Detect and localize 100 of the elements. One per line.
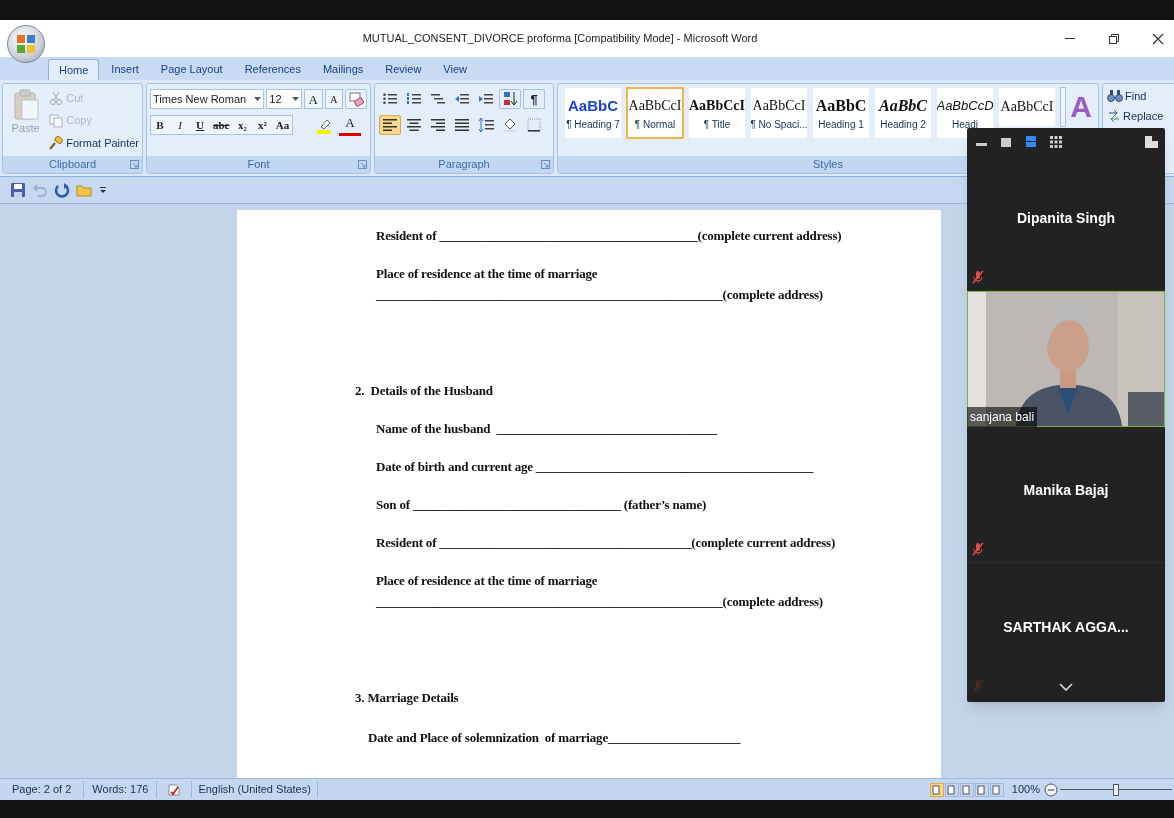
office-logo-icon bbox=[16, 34, 36, 54]
decrease-indent-icon bbox=[454, 91, 470, 107]
document-line: Place of residence at the time of marriage bbox=[376, 266, 598, 282]
document-line: 3. Marriage Details bbox=[355, 690, 459, 706]
group-label: Font bbox=[247, 157, 270, 173]
participant-name: Dipanita Singh bbox=[1017, 209, 1115, 228]
style-gallery-item[interactable]: AaBbCcI bbox=[998, 87, 1056, 127]
shrink-font-button[interactable]: A bbox=[324, 89, 344, 109]
undo-icon bbox=[32, 182, 48, 198]
participant-name: SARTHAK AGGA... bbox=[1003, 617, 1129, 637]
paint-bucket-icon bbox=[502, 117, 518, 133]
participant-name: sanjana bali bbox=[967, 407, 1038, 427]
ribbon-tab[interactable]: References bbox=[234, 59, 311, 80]
stacked-tiles-icon bbox=[1025, 135, 1037, 148]
grid-icon bbox=[1050, 135, 1062, 148]
style-gallery-item[interactable]: AaBbCcI ¶ No Spaci... bbox=[750, 87, 808, 139]
align-button[interactable] bbox=[379, 115, 401, 135]
proofing-icon[interactable] bbox=[166, 782, 183, 797]
window-corner-icon bbox=[1144, 135, 1158, 148]
web-layout-button[interactable] bbox=[959, 782, 974, 797]
font-size-field[interactable]: 12 bbox=[266, 89, 302, 109]
page-view-icon bbox=[945, 784, 956, 795]
square-icon bbox=[1000, 135, 1012, 148]
full-screen-reading-button[interactable] bbox=[944, 782, 959, 797]
exit-view-button[interactable] bbox=[1144, 134, 1158, 149]
print-layout-view-button[interactable] bbox=[929, 782, 944, 797]
ribbon-tab[interactable]: Page Layout bbox=[150, 59, 233, 80]
draft-button[interactable] bbox=[989, 782, 1004, 797]
clear-formatting-button[interactable] bbox=[345, 89, 367, 109]
change-styles-button[interactable]: A bbox=[1070, 87, 1092, 127]
ribbon-tab[interactable]: Review bbox=[375, 59, 432, 80]
multilevel-list-icon bbox=[430, 91, 446, 107]
slider-thumb[interactable] bbox=[1113, 783, 1119, 796]
sort-button[interactable] bbox=[499, 89, 521, 109]
highlighter-icon bbox=[316, 118, 332, 134]
page-count[interactable]: Page: 2 of 2 bbox=[0, 781, 85, 798]
binoculars-icon bbox=[1107, 89, 1123, 104]
style-gallery-item[interactable]: AaBbCcI ¶ Normal bbox=[626, 87, 684, 139]
font-family-field[interactable]: Times New Roman bbox=[150, 89, 265, 109]
folder-icon bbox=[76, 182, 92, 198]
style-gallery-item[interactable]: AaBbC Heading 1 bbox=[812, 87, 870, 139]
outline-button[interactable] bbox=[974, 782, 989, 797]
numbered-list-icon bbox=[406, 91, 422, 107]
dropdown-caret-icon bbox=[254, 97, 262, 101]
format-painter-button[interactable]: Format Painter bbox=[49, 133, 139, 153]
word-count[interactable]: Words: 176 bbox=[84, 781, 158, 798]
format-button[interactable]: I bbox=[171, 116, 189, 134]
sort-icon bbox=[502, 91, 518, 107]
chevron-down-icon[interactable] bbox=[1059, 683, 1073, 691]
align-right-icon bbox=[430, 117, 446, 133]
group-label: Paragraph bbox=[438, 157, 490, 173]
document-line: _______________________________________________________(complete address) bbox=[376, 594, 823, 610]
format-button[interactable]: x² bbox=[253, 116, 272, 134]
group-label: Styles bbox=[813, 157, 843, 173]
format-button[interactable]: abc bbox=[211, 116, 232, 134]
gallery-scrollbar[interactable] bbox=[1060, 87, 1067, 127]
replace-button[interactable]: Replace bbox=[1107, 107, 1174, 124]
grow-font-button[interactable]: A bbox=[303, 89, 323, 109]
redo-button[interactable] bbox=[54, 181, 70, 199]
group-label: Clipboard bbox=[48, 157, 97, 173]
format-button[interactable]: B bbox=[151, 116, 169, 134]
window-title: MUTUAL_CONSENT_DIVORCE proforma [Compatibility Mode] - Microsoft Word bbox=[361, 31, 759, 47]
language-indicator[interactable]: English (United States) bbox=[191, 781, 318, 798]
strip-view-button[interactable] bbox=[1024, 134, 1038, 149]
document-line: Resident of _________________________________________(complete current address) bbox=[376, 228, 842, 244]
increase-indent-icon bbox=[478, 91, 494, 107]
bullet-list-icon bbox=[382, 91, 398, 107]
document-line: Resident of ________________________________________(complete current address) bbox=[376, 535, 836, 551]
zoom-slider[interactable] bbox=[1060, 782, 1172, 797]
style-gallery-item[interactable]: AaBbC Heading 2 bbox=[874, 87, 932, 139]
style-gallery-item[interactable]: AaBbC ¶ Heading 7 bbox=[564, 87, 622, 139]
style-gallery-item[interactable]: AaBbCcI ¶ Title bbox=[688, 87, 746, 139]
paintbrush-icon bbox=[49, 136, 64, 151]
ribbon-tab[interactable]: Home bbox=[48, 59, 100, 80]
borders-icon bbox=[526, 117, 542, 133]
zoom-level[interactable]: 100% bbox=[1011, 781, 1040, 798]
eraser-icon bbox=[348, 91, 365, 107]
format-button[interactable]: U bbox=[191, 116, 209, 134]
show-marks-button[interactable]: ¶ bbox=[523, 89, 545, 109]
document-line: Place of residence at the time of marriage bbox=[376, 573, 598, 589]
document-line: Name of the husband ___________________________________ bbox=[376, 421, 717, 437]
zoom-out-icon[interactable] bbox=[1044, 782, 1058, 797]
ribbon-tab[interactable]: View bbox=[433, 59, 477, 80]
participant-name: Manika Bajaj bbox=[1023, 481, 1109, 500]
save-button[interactable] bbox=[10, 181, 26, 199]
ribbon-tab[interactable]: Insert bbox=[101, 59, 149, 80]
document-line: Date and Place of solemnization of marriage_____________________ bbox=[368, 730, 741, 746]
font-color-button[interactable]: A bbox=[339, 116, 361, 136]
format-button[interactable]: Aa bbox=[273, 116, 292, 134]
document-line: _______________________________________________________(complete address) bbox=[376, 287, 823, 303]
scissors-icon bbox=[49, 90, 64, 105]
format-button[interactable]: x₂ bbox=[233, 116, 252, 134]
line-spacing-icon bbox=[478, 117, 494, 133]
page-view-icon bbox=[930, 784, 941, 795]
minimize-icon bbox=[975, 143, 987, 146]
ribbon-tab[interactable]: Mailings bbox=[312, 59, 374, 80]
align-left-icon bbox=[382, 117, 398, 133]
dropdown-caret-icon bbox=[99, 186, 107, 194]
find-button[interactable]: Find bbox=[1107, 88, 1174, 105]
gallery-view-button[interactable] bbox=[1049, 134, 1063, 149]
